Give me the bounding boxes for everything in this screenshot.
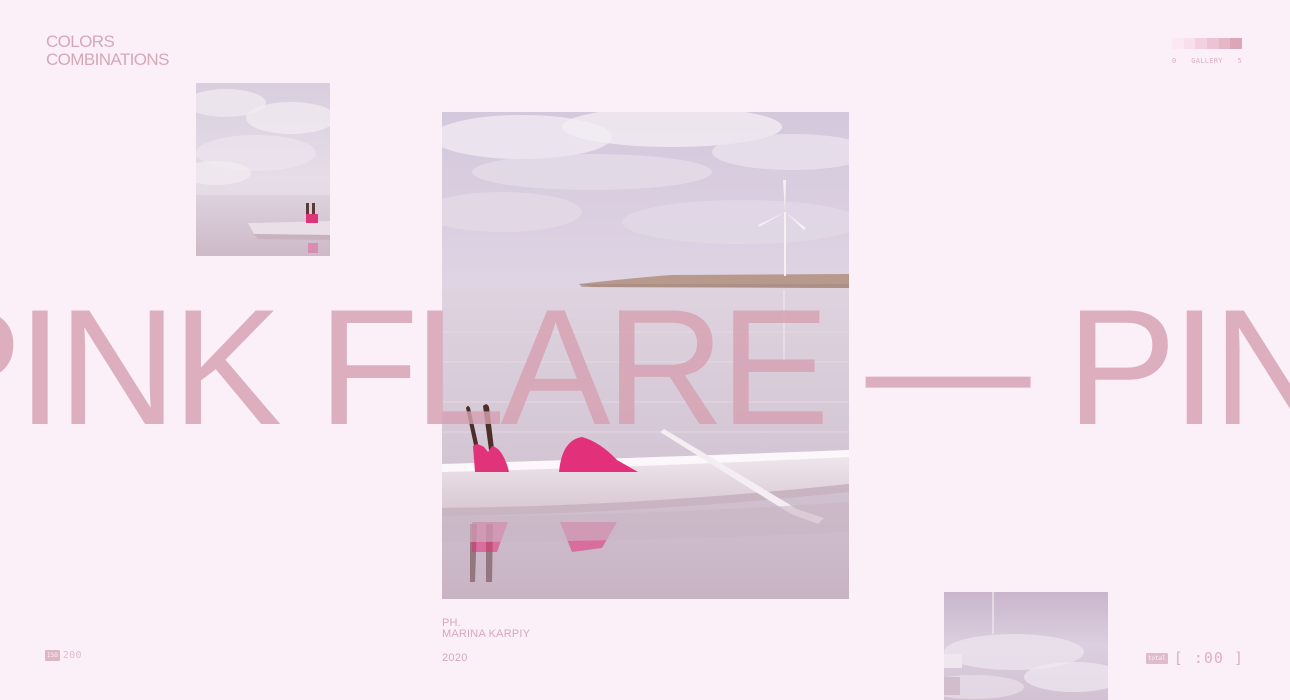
iso-label: ISO [45,650,60,661]
lake-reflection-photo-image [944,592,1108,700]
gallery-palette-swatch[interactable] [1183,38,1196,49]
gallery-left-index: 0 [1172,57,1177,65]
woman-in-boat-photo-main[interactable] [442,112,849,599]
gallery-palette-swatch[interactable] [1172,38,1184,49]
total-value: [ :00 ] [1173,649,1244,667]
woman-in-boat-photo-image [196,83,330,256]
page: COLORS COMBINATIONS 0 GALLERY 5 INK FLAR… [0,0,1290,700]
total-counter: total [ :00 ] [1145,649,1244,667]
gallery-right-index: 5 [1237,57,1242,65]
gallery-palette-swatch[interactable] [1230,38,1243,49]
photo-year: 2020 [442,652,468,664]
gallery-palette-swatch[interactable] [1195,38,1208,49]
gallery-nav[interactable]: 0 GALLERY 5 [1172,38,1243,70]
gallery-palette-swatch[interactable] [1218,38,1231,49]
gallery-counter: 0 GALLERY 5 [1172,57,1242,65]
brand-line-1: COLORS [46,32,115,51]
woman-in-boat-photo-large [442,112,849,599]
gallery-palette-bar[interactable] [1172,38,1243,49]
gallery-label: GALLERY [1191,57,1223,65]
brand-line-2: COMBINATIONS [46,50,169,69]
iso-value: 200 [62,650,82,661]
lake-reflection-photo-thumbnail[interactable] [944,592,1108,700]
gallery-palette-swatch[interactable] [1207,38,1219,49]
credit-photographer: MARINA KARPIY [442,628,531,640]
total-label: total [1145,652,1168,664]
brand-logo[interactable]: COLORS COMBINATIONS [46,33,169,69]
iso-indicator: ISO 200 [45,650,82,661]
photo-credit: PH. MARINA KARPIY [442,618,530,640]
woman-in-boat-photo-thumbnail[interactable] [196,83,330,256]
